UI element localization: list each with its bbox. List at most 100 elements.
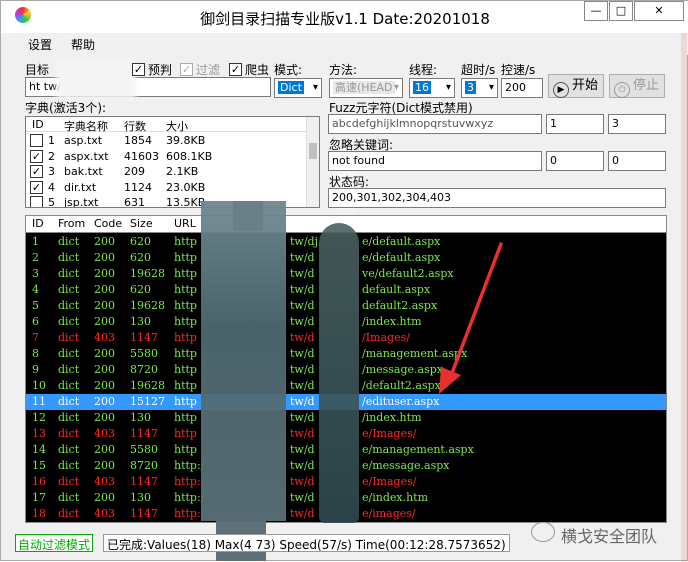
results-cell-code: 403	[94, 427, 115, 440]
predict-checkbox[interactable]	[132, 63, 145, 76]
scroll-thumb[interactable]	[309, 143, 317, 159]
timeout-select[interactable]: 3 ▾	[461, 78, 498, 98]
close-button[interactable]: ✕	[634, 1, 684, 21]
ignore-input[interactable]: not found	[328, 151, 542, 171]
dict-row-checkbox[interactable]	[30, 149, 43, 163]
dict-cell-size: 608.1KB	[166, 149, 213, 163]
dict-cell-size: 2.1KB	[166, 165, 199, 178]
dict-cell-name: jsp.txt	[64, 196, 99, 208]
start-button-label: 开始	[572, 78, 599, 93]
fuzz-max-input[interactable]: 3	[608, 114, 666, 134]
results-cell-url-c: e/Images/	[362, 475, 417, 488]
results-cell-from: dict	[58, 267, 80, 280]
maximize-button[interactable]: □	[609, 1, 633, 21]
ignore-a-input[interactable]: 0	[546, 151, 604, 171]
threads-select[interactable]: 16 ▾	[409, 78, 455, 98]
results-cell-url-b: tw/d	[290, 379, 315, 392]
results-cell-from: dict	[58, 507, 80, 520]
dict-cell-lines: 1854	[124, 134, 152, 147]
dict-cell-lines: 209	[124, 165, 145, 178]
results-cell-url-c: /edituser.aspx	[362, 395, 440, 408]
dict-cell-size: 39.8KB	[166, 134, 206, 147]
dict-row-checkbox[interactable]	[30, 165, 43, 178]
dict-row[interactable]: 4 dir.txt 1124 23.0KB	[26, 180, 308, 196]
crawler-checkbox[interactable]	[229, 63, 242, 76]
dict-scrollbar[interactable]	[306, 117, 319, 207]
method-value: 高速(HEAD	[333, 81, 395, 94]
results-cell-url-a: http	[174, 315, 197, 328]
results-cell-size: 1147	[130, 475, 158, 488]
results-col-from: From	[58, 217, 86, 230]
results-cell-size: 5580	[130, 443, 158, 456]
results-cell-url-b: tw/d	[290, 315, 315, 328]
results-cell-url-b: tw/d	[290, 283, 315, 296]
dict-row-checkbox[interactable]	[30, 134, 43, 147]
dict-col-id: ID	[32, 118, 44, 131]
menu-help[interactable]: 帮助	[71, 36, 95, 53]
results-cell-url-b: tw/d	[290, 475, 315, 488]
results-cell-url-b: tw/d	[290, 443, 315, 456]
status-mode[interactable]: 自动过滤模式	[15, 534, 94, 552]
method-select[interactable]: 高速(HEAD ▾	[329, 78, 403, 98]
results-cell-url-b: tw/d	[290, 395, 315, 408]
dict-row[interactable]: 3 bak.txt 209 2.1KB	[26, 164, 308, 180]
results-cell-size: 1147	[130, 427, 158, 440]
results-cell-from: dict	[58, 475, 80, 488]
dict-cell-name: bak.txt	[64, 165, 103, 178]
results-cell-code: 200	[94, 267, 115, 280]
dict-cell-lines: 41603	[124, 149, 159, 163]
mode-select[interactable]: Dict ▾	[274, 78, 322, 98]
dict-cell-id: 2	[48, 149, 55, 163]
results-cell-id: 10	[32, 379, 46, 392]
results-cell-code: 200	[94, 411, 115, 424]
stop-button[interactable]: ⏻ 停止	[609, 74, 665, 98]
results-cell-from: dict	[58, 459, 80, 472]
results-cell-size: 620	[130, 235, 151, 248]
results-cell-size: 8720	[130, 363, 158, 376]
results-cell-code: 200	[94, 379, 115, 392]
results-cell-id: 6	[32, 315, 39, 328]
results-cell-code: 403	[94, 475, 115, 488]
menu-settings[interactable]: 设置	[28, 36, 52, 53]
fuzz-min-input[interactable]: 1	[546, 114, 604, 134]
minimize-button[interactable]: —	[584, 1, 608, 21]
dict-label: 字典(激活3个):	[25, 101, 107, 115]
status-bar: 自动过滤模式 已完成:Values(18) Max(4 73) Speed(57…	[15, 534, 525, 552]
start-button[interactable]: ▶ 开始	[548, 74, 604, 98]
results-cell-from: dict	[58, 331, 80, 344]
dict-row[interactable]: 2 aspx.txt 41603 608.1KB	[26, 149, 308, 165]
results-cell-from: dict	[58, 395, 80, 408]
results-cell-size: 5580	[130, 347, 158, 360]
results-cell-size: 1147	[130, 331, 158, 344]
status-codes-input[interactable]: 200,301,302,304,403	[328, 188, 666, 208]
results-cell-size: 8720	[130, 459, 158, 472]
results-cell-size: 15127	[130, 395, 165, 408]
results-cell-url-c: e/message.aspx	[362, 459, 450, 472]
menu-bar: 设置 帮助	[1, 33, 688, 55]
speed-label: 控速/s	[501, 63, 536, 77]
dict-cell-lines: 1124	[124, 180, 152, 194]
filter-checkbox[interactable]	[180, 63, 193, 76]
results-cell-url-a: http	[174, 347, 197, 360]
results-cell-url-c: e/default.aspx	[362, 235, 441, 248]
results-col-code: Code	[94, 217, 123, 230]
dict-cell-id: 4	[48, 180, 55, 194]
dict-cell-name: aspx.txt	[64, 149, 109, 163]
results-cell-url-c: /Images/	[362, 331, 410, 344]
dict-row-checkbox[interactable]	[30, 196, 43, 207]
results-cell-url-b: tw/d	[290, 491, 315, 504]
fuzz-input[interactable]: abcdefghijklmnopqrstuvwxyz	[328, 114, 542, 134]
results-cell-url-b: tw/d	[290, 427, 315, 440]
results-cell-url-c: /index.htm	[362, 315, 422, 328]
speed-input[interactable]: 200	[501, 78, 543, 98]
dict-row-checkbox[interactable]	[30, 180, 43, 194]
results-cell-size: 130	[130, 315, 151, 328]
chevron-down-icon: ▾	[393, 82, 399, 93]
results-cell-url-c: e/Images/	[362, 427, 417, 440]
results-cell-size: 1147	[130, 507, 158, 520]
wechat-icon	[531, 522, 555, 542]
ignore-b-input[interactable]: 0	[608, 151, 666, 171]
filter-label: 过滤	[196, 63, 221, 77]
dict-table-header: ID 字典名称 行数 大小	[26, 117, 308, 133]
dict-row[interactable]: 1 asp.txt 1854 39.8KB	[26, 133, 308, 149]
